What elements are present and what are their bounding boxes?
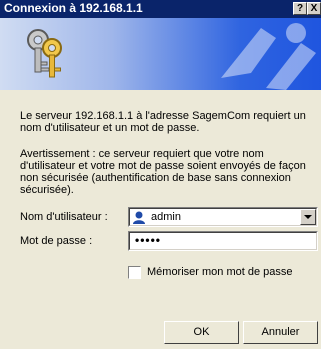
close-button[interactable]: X — [307, 2, 321, 15]
dialog-content: Le serveur 192.168.1.1 à l'adresse Sagem… — [0, 90, 321, 349]
remember-password-label[interactable]: Mémoriser mon mot de passe — [147, 266, 293, 278]
header-banner — [0, 18, 321, 90]
chevron-down-icon[interactable] — [300, 209, 316, 225]
title-bar[interactable]: Connexion à 192.168.1.1 ? X — [0, 0, 321, 18]
password-masked-value: ••••• — [135, 233, 162, 247]
banner-decoration-icon — [221, 23, 316, 90]
window-title: Connexion à 192.168.1.1 — [4, 1, 143, 15]
remember-password-checkbox[interactable] — [128, 266, 141, 279]
ok-button[interactable]: OK — [164, 321, 239, 344]
username-value: admin — [151, 211, 181, 223]
keys-icon — [27, 29, 62, 78]
security-warning: Avertissement : ce serveur requiert que … — [20, 148, 306, 196]
username-label: Nom d'utilisateur : — [20, 211, 108, 223]
login-dialog: Connexion à 192.168.1.1 ? X Le serveur 1… — [0, 0, 321, 349]
password-label: Mot de passe : — [20, 235, 93, 247]
server-message: Le serveur 192.168.1.1 à l'adresse Sagem… — [20, 110, 306, 134]
user-icon — [133, 211, 145, 224]
password-field[interactable]: ••••• — [128, 231, 318, 251]
help-button[interactable]: ? — [293, 2, 307, 15]
username-combobox[interactable]: admin — [128, 207, 318, 227]
cancel-button[interactable]: Annuler — [243, 321, 318, 344]
